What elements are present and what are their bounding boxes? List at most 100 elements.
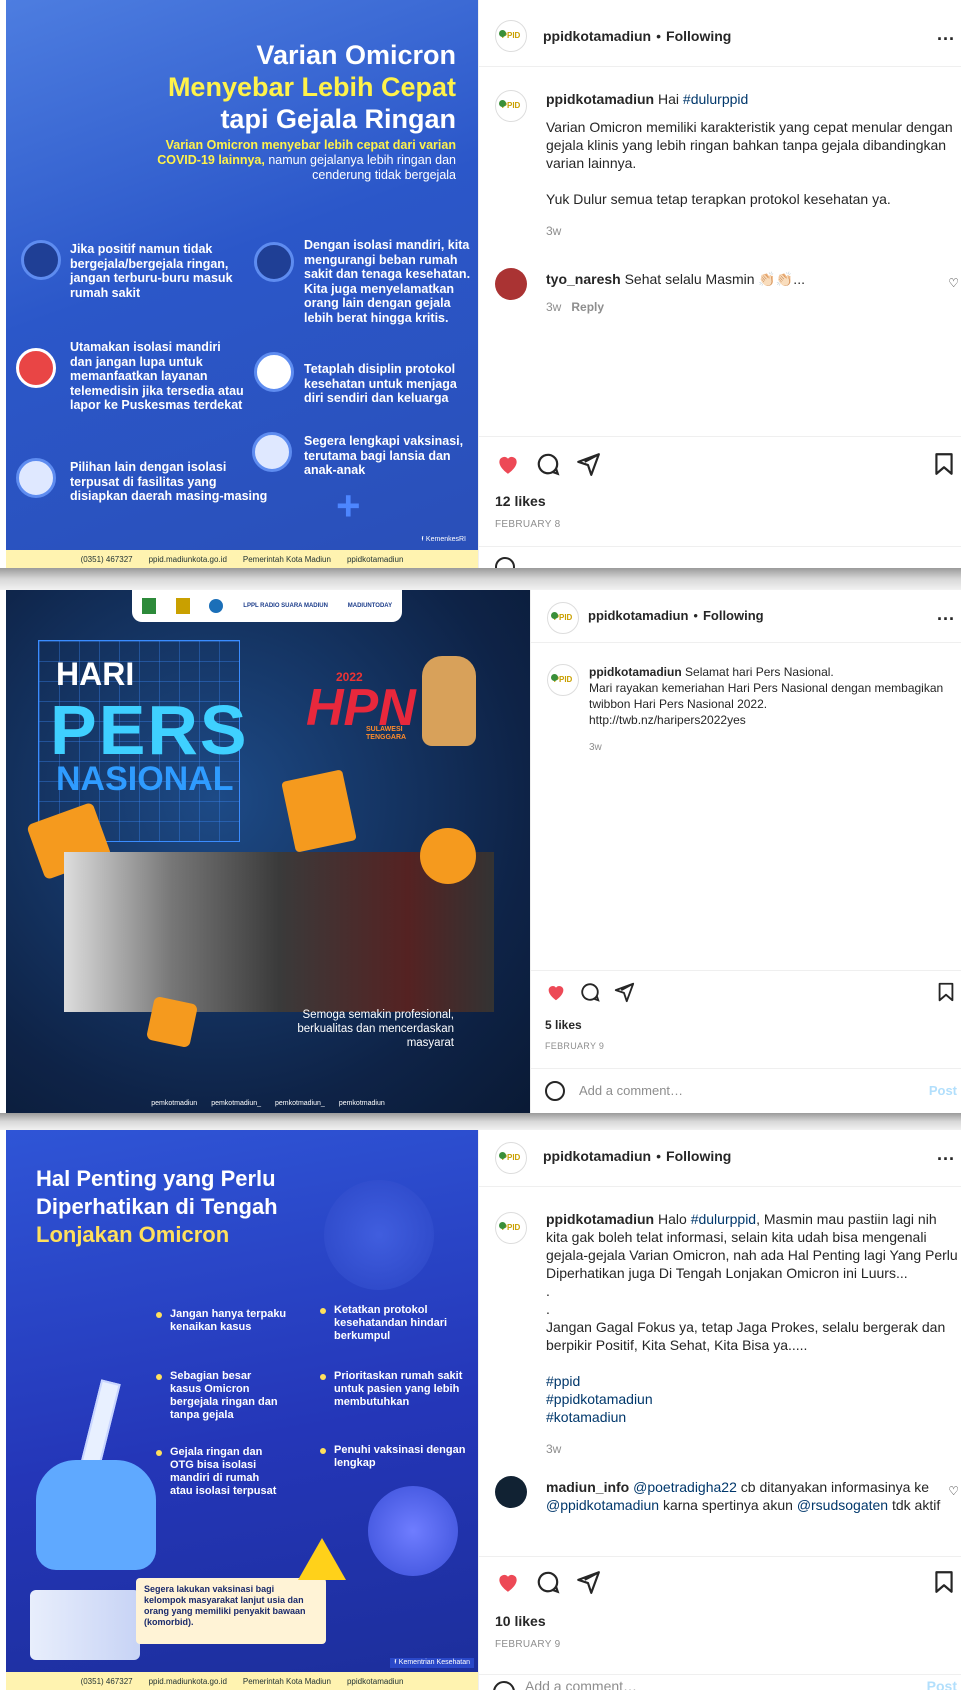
- heart-icon[interactable]: [545, 981, 567, 1003]
- more-options-icon[interactable]: ...: [937, 24, 955, 45]
- add-comment-bar: Add a comment… Post: [479, 1674, 961, 1690]
- post-header: PPID ppidkotamadiun • Following ...: [531, 590, 961, 643]
- comment: madiun_info @poetradigha22 cb ditanyakan…: [546, 1479, 941, 1513]
- avatar[interactable]: PPID: [547, 602, 579, 634]
- caption: ppidkotamadiun Selamat hari Pers Nasiona…: [589, 665, 944, 753]
- comment: tyo_naresh Sehat selalu Masmin 👏🏻👏🏻... 3…: [546, 271, 805, 314]
- image-title-line1: Hal Penting yang Perlu: [36, 1166, 276, 1191]
- image-title-hari: HARI: [56, 656, 135, 692]
- comment-like-icon[interactable]: ♡: [948, 1484, 959, 1498]
- likes-count[interactable]: 12 likes: [495, 493, 546, 509]
- emoji-icon[interactable]: [545, 1081, 565, 1101]
- avatar[interactable]: PPID: [495, 20, 527, 52]
- logo-strip: LPPL RADIO SUARA MADIUN MADIUNTODAY: [132, 590, 402, 622]
- add-comment-input[interactable]: Add a comment…: [525, 1678, 637, 1690]
- image-title-line2: Menyebar Lebih Cepat: [167, 72, 456, 102]
- virus-icon-2: [368, 1486, 458, 1576]
- bullet-2: Ketatkan protokol kesehatandan hindari b…: [320, 1304, 464, 1343]
- share-icon[interactable]: [575, 1569, 601, 1595]
- more-options-icon[interactable]: ...: [937, 1144, 955, 1165]
- image-subtitle: Varian Omicron menyebar lebih cepat dari…: [157, 138, 456, 182]
- heart-icon[interactable]: [495, 1569, 521, 1595]
- heart-icon[interactable]: [495, 451, 521, 477]
- header-username[interactable]: ppidkotamadiun • Following: [543, 1148, 731, 1164]
- image-footer: pemkotmadiun pemkotmadiun_ pemkotmadiun_…: [151, 1100, 385, 1107]
- vial-icon: [30, 1590, 140, 1660]
- speaker-icon: [420, 828, 476, 884]
- document-icon: [281, 769, 357, 853]
- share-icon[interactable]: [575, 451, 601, 477]
- more-options-icon[interactable]: ...: [937, 604, 955, 625]
- header-username[interactable]: ppidkotamadiun • Following: [543, 28, 731, 44]
- header-username[interactable]: ppidkotamadiun • Following: [588, 608, 764, 623]
- caption: ppidkotamadiun Halo #dulurppid, Masmin m…: [546, 1210, 960, 1458]
- building-icon: [16, 458, 56, 498]
- post-2-panel: PPID ppidkotamadiun • Following ... PPID p…: [530, 590, 961, 1113]
- post-3-image: Hal Penting yang Perlu Diperhatikan di T…: [6, 1130, 478, 1690]
- emblem-logo-icon: [175, 598, 190, 614]
- bookmark-icon[interactable]: [931, 451, 957, 477]
- action-bar: 10 likes FEBRUARY 9: [479, 1556, 961, 1681]
- post-2-image: LPPL RADIO SUARA MADIUN MADIUNTODAY HARI…: [6, 590, 530, 1113]
- info-item-2: Dengan isolasi mandiri, kita mengurangi …: [304, 238, 471, 325]
- warning-icon: [298, 1538, 346, 1580]
- caption-avatar[interactable]: PPID: [495, 90, 527, 122]
- caption-avatar[interactable]: PPID: [495, 1212, 527, 1244]
- image-footer: (0351) 467327 ppid.madiunkota.go.id Peme…: [6, 1672, 478, 1690]
- info-item-3: Utamakan isolasi mandiri dan jangan lupa…: [70, 340, 244, 412]
- post-comment-button[interactable]: Post: [929, 1083, 957, 1098]
- syringe-hand-illustration: [26, 1379, 176, 1580]
- virus-icon: [324, 1180, 434, 1290]
- bookmark-icon[interactable]: [935, 981, 957, 1003]
- post-3-panel: PPID ppidkotamadiun • Following ... PPID p…: [478, 1130, 961, 1690]
- post-date: FEBRUARY 9: [545, 1041, 605, 1051]
- likes-count[interactable]: 10 likes: [495, 1613, 546, 1629]
- hashtag-link[interactable]: #kotamadiun: [546, 1408, 960, 1426]
- info-item-6: Pilihan lain dengan isolasi terpusat di …: [70, 460, 268, 503]
- post-header: PPID ppidkotamadiun • Following ...: [479, 1130, 961, 1187]
- comment-icon[interactable]: [579, 981, 601, 1003]
- comment-icon[interactable]: [535, 451, 561, 477]
- image-footer: (0351) 467327 ppid.madiunkota.go.id Peme…: [6, 550, 478, 568]
- caption-avatar[interactable]: PPID: [547, 664, 579, 696]
- image-title-line3: tapi Gejala Ringan: [220, 104, 456, 134]
- likes-count[interactable]: 5 likes: [545, 1018, 582, 1032]
- bookmark-icon[interactable]: [931, 1569, 957, 1595]
- record-icon: [145, 995, 199, 1049]
- emoji-icon[interactable]: [495, 557, 515, 568]
- add-comment-bar: [479, 546, 961, 568]
- avatar[interactable]: PPID: [495, 1142, 527, 1174]
- post-date: FEBRUARY 8: [495, 519, 561, 530]
- image-source: 🖡 Kementrian Kesehatan: [390, 1658, 474, 1668]
- comment-avatar[interactable]: [495, 1476, 527, 1508]
- comment-like-icon[interactable]: ♡: [948, 276, 959, 290]
- post-separator: [0, 1113, 961, 1130]
- plus-decoration-icon: +: [336, 482, 361, 529]
- image-source: 🖡 KemenkesRI: [421, 536, 466, 543]
- hashtag-link[interactable]: #ppid: [546, 1372, 960, 1390]
- mask-face-icon: [254, 352, 294, 392]
- info-item-4: Tetaplah disiplin protokol kesehatan unt…: [304, 362, 457, 405]
- comment-avatar[interactable]: [495, 268, 527, 300]
- post-comment-button[interactable]: Post: [927, 1678, 957, 1690]
- warning-box: Segera lakukan vaksinasi bagi kelompok m…: [136, 1578, 326, 1644]
- hashtag-link[interactable]: #ppidkotamadiun: [546, 1390, 960, 1408]
- bullet-1: Jangan hanya terpaku kenaikan kasus: [156, 1308, 300, 1334]
- image-title-pers: PERS: [50, 691, 249, 769]
- emoji-icon[interactable]: [493, 1681, 515, 1690]
- post-1-image: Varian Omicron Menyebar Lebih Cepat tapi…: [6, 0, 478, 568]
- hpn-badge: 2022 HPN SULAWESI TENGGARA: [306, 670, 416, 741]
- comment-icon[interactable]: [535, 1569, 561, 1595]
- post-header: PPID ppidkotamadiun • Following ...: [479, 0, 961, 67]
- action-bar: 5 likes FEBRUARY 9: [531, 970, 961, 1069]
- image-title-line1: Varian Omicron: [256, 40, 456, 70]
- image-title-line3: Lonjakan Omicron: [36, 1222, 230, 1247]
- share-icon[interactable]: [613, 981, 635, 1003]
- kominfo-logo-icon: [209, 599, 224, 613]
- bullet-6: Penuhi vaksinasi dengan lengkap: [320, 1444, 474, 1470]
- post-1-panel: PPID ppidkotamadiun • Following ... PPID p…: [478, 0, 961, 568]
- add-comment-input[interactable]: Add a comment…: [579, 1083, 683, 1098]
- gov-logo-icon: [141, 598, 156, 614]
- hospital-icon: [254, 242, 294, 282]
- image-title-line2: Diperhatikan di Tengah: [36, 1194, 278, 1219]
